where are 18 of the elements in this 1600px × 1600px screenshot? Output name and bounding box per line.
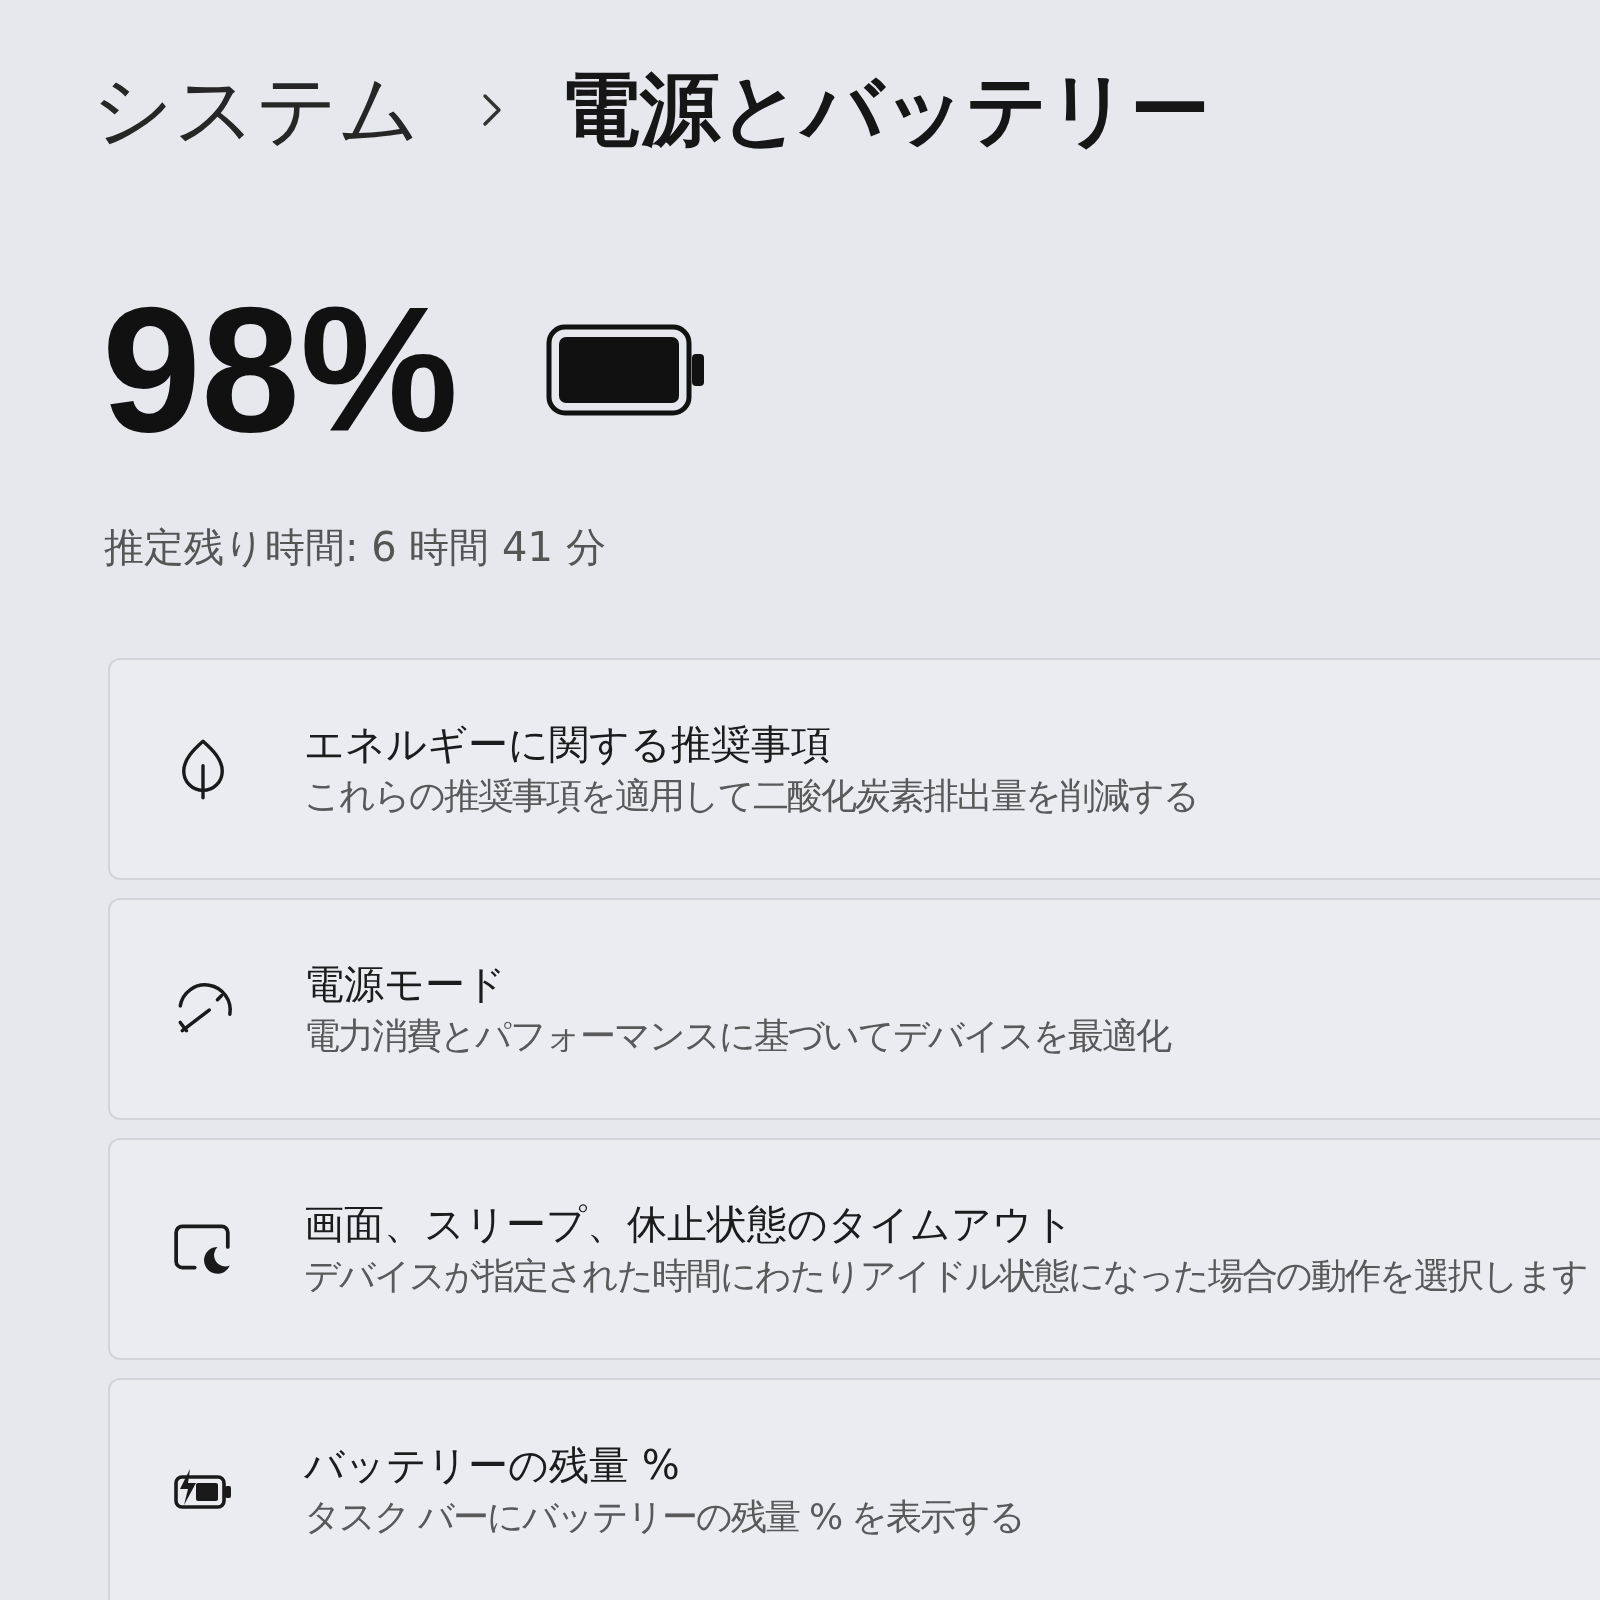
setting-description: 電力消費とパフォーマンスに基づいてデバイスを最適化 xyxy=(304,1014,1170,1058)
chevron-right-icon xyxy=(482,93,502,127)
setting-title: バッテリーの残量 % xyxy=(304,1441,680,1490)
breadcrumb-parent[interactable]: システム xyxy=(92,60,420,160)
battery-icon xyxy=(546,324,707,416)
setting-title: エネルギーに関する推奨事項 xyxy=(304,720,831,769)
setting-card[interactable]: 電源モード 電力消費とパフォーマンスに基づいてデバイスを最適化 xyxy=(108,898,1600,1120)
page-title: 電源とバッテリー xyxy=(560,62,1210,158)
setting-card[interactable]: バッテリーの残量 % タスク バーにバッテリーの残量 % を表示する xyxy=(108,1378,1600,1600)
setting-card[interactable]: 画面、スリープ、休止状態のタイムアウト デバイスが指定された時間にわたりアイドル状態になった場合の動作を選択します xyxy=(108,1138,1600,1360)
setting-card[interactable]: エネルギーに関する推奨事項 これらの推奨事項を適用して二酸化炭素排出量を削減する xyxy=(108,658,1600,880)
setting-description: これらの推奨事項を適用して二酸化炭素排出量を削減する xyxy=(304,774,1198,818)
setting-description: デバイスが指定された時間にわたりアイドル状態になった場合の動作を選択します xyxy=(304,1254,1587,1298)
setting-description: タスク バーにバッテリーの残量 % を表示する xyxy=(304,1495,1024,1539)
setting-title: 電源モード xyxy=(304,960,506,1009)
battery-percentage: 98% xyxy=(102,281,459,459)
setting-title: 画面、スリープ、休止状態のタイムアウト xyxy=(304,1200,1074,1249)
remaining-time-text: 推定残り時間: 6 時間 41 分 xyxy=(104,523,606,572)
